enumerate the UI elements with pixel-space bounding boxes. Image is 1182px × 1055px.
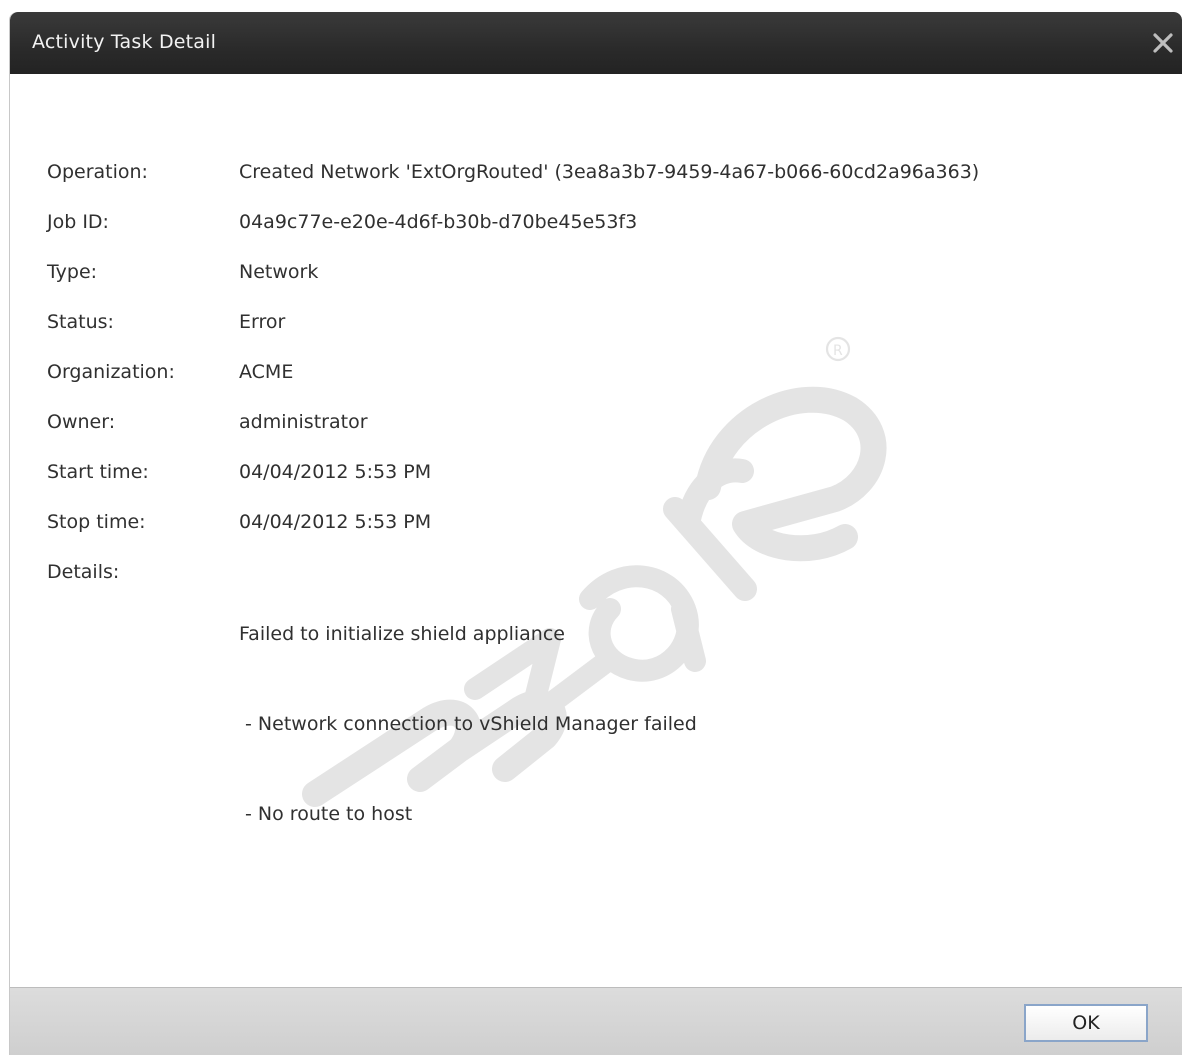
operation-label: Operation: [47,161,148,183]
status-label: Status: [47,311,114,333]
operation-value: Created Network 'ExtOrgRouted' (3ea8a3b7… [239,161,980,183]
dialog-content: R Operation: Created Network 'ExtOrgRout… [10,74,1182,988]
status-value: Error [239,311,286,333]
field-row-operation: Operation: Created Network 'ExtOrgRouted… [47,159,1152,209]
start-time-label: Start time: [47,461,149,483]
details-line: - No route to host [239,803,413,825]
job-id-label: Job ID: [47,211,109,233]
ok-button[interactable]: OK [1024,1004,1148,1042]
activity-task-detail-dialog: Activity Task Detail R Operation: Create… [9,12,1182,1055]
close-button[interactable] [1148,28,1178,58]
owner-label: Owner: [47,411,116,433]
details-line: Failed to initialize shield appliance [239,623,565,645]
type-value: Network [239,261,319,283]
details-line: - Network connection to vShield Manager … [239,713,697,735]
stop-time-label: Stop time: [47,511,146,533]
details-label: Details: [47,561,120,583]
organization-label: Organization: [47,361,175,383]
organization-value: ACME [239,361,294,383]
job-id-value: 04a9c77e-e20e-4d6f-b30b-d70be45e53f3 [239,211,638,233]
stop-time-value: 04/04/2012 5:53 PM [239,511,432,533]
owner-value: administrator [239,411,368,433]
field-row-owner: Owner: administrator [47,409,1152,459]
field-row-type: Type: Network [47,259,1152,309]
dialog-footer: OK [10,987,1182,1055]
field-row-status: Status: Error [47,309,1152,359]
details-value: Failed to initialize shield appliance - … [239,559,697,889]
start-time-value: 04/04/2012 5:53 PM [239,461,432,483]
field-row-organization: Organization: ACME [47,359,1152,409]
dialog-title-bar: Activity Task Detail [10,12,1182,74]
field-row-details: Details: Failed to initialize shield app… [47,559,1152,825]
dialog-title: Activity Task Detail [32,31,217,53]
field-row-stop-time: Stop time: 04/04/2012 5:53 PM [47,509,1152,559]
field-row-job-id: Job ID: 04a9c77e-e20e-4d6f-b30b-d70be45e… [47,209,1152,259]
close-icon [1153,33,1173,53]
type-label: Type: [47,261,98,283]
field-row-start-time: Start time: 04/04/2012 5:53 PM [47,459,1152,509]
task-detail-fields: Operation: Created Network 'ExtOrgRouted… [47,159,1152,825]
